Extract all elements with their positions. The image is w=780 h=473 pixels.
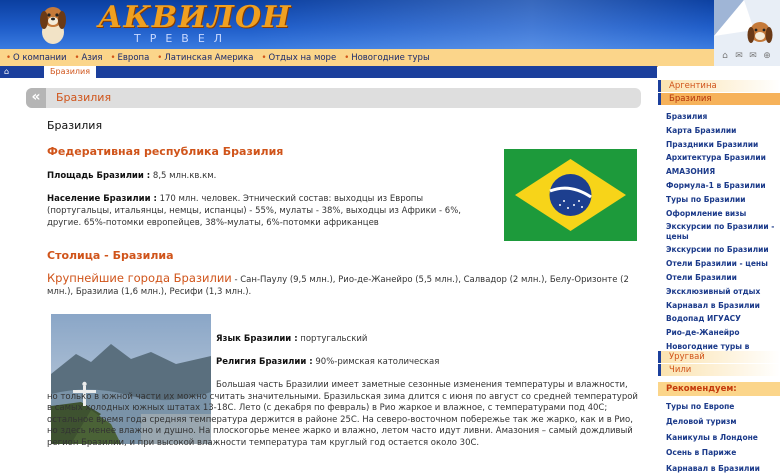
dog-mascot-icon	[40, 7, 66, 44]
site-logo-subtitle: ТРЕВЕЛ	[134, 32, 232, 45]
area-paragraph: Площадь Бразилии : 8,5 млн.кв.км.	[47, 170, 487, 182]
cities-label: Крупнейшие города Бразилии	[47, 271, 232, 285]
area-value: 8,5 млн.кв.км.	[152, 171, 217, 181]
page-title: Бразилия	[56, 91, 112, 104]
mail-icon[interactable]: ✉	[734, 51, 744, 61]
email-icon[interactable]: ✉	[748, 51, 758, 61]
right-sidebar: Аргентина Бразилия Бразилия Карта Бразил…	[658, 66, 780, 473]
brazil-flag-image	[504, 149, 637, 241]
sidebar-item-chile[interactable]: Чили	[658, 364, 780, 376]
recommend-link[interactable]: Туры по Европе	[666, 402, 778, 411]
content-heading: Бразилия	[47, 119, 103, 132]
sidebar-link[interactable]: Формула-1 в Бразилии	[666, 181, 778, 190]
sidebar-link[interactable]: Эксклюзивный отдых	[666, 287, 778, 296]
nav-item-europe[interactable]: Европа	[111, 53, 150, 63]
area-label: Площадь Бразилии :	[47, 171, 151, 181]
sidebar-link[interactable]: Карнавал в Бразилии	[666, 301, 778, 310]
recommend-heading: Рекомендуем:	[658, 382, 780, 396]
sidebar-item-argentina[interactable]: Аргентина	[658, 80, 780, 92]
nav-item-about[interactable]: О компании	[6, 53, 67, 63]
section-heading-capital: Столица - Бразилиа	[47, 249, 174, 262]
sidebar-link[interactable]: Экскурсии по Бразилии	[666, 245, 778, 254]
nav-item-asia[interactable]: Азия	[75, 53, 103, 63]
population-paragraph: Население Бразилии : 170 млн. человек. Э…	[47, 193, 487, 229]
sitemap-icon[interactable]: ⊕	[762, 51, 772, 61]
sidebar-link[interactable]: Отели Бразилии - цены	[666, 259, 778, 268]
recommend-links-list: Туры по Европе Деловой туризм Каникулы в…	[666, 402, 778, 473]
nav-item-latin-america[interactable]: Латинская Америка	[157, 53, 253, 63]
site-header: АКВИЛОН ТРЕВЕЛ	[0, 0, 780, 49]
religion-paragraph: Религия Бразилии : 90%-римская католичес…	[216, 356, 636, 368]
sidebar-link[interactable]: Туры по Бразилии	[666, 195, 778, 204]
language-paragraph: Язык Бразилии : португальский	[216, 333, 636, 345]
recommend-link[interactable]: Деловой туризм	[666, 417, 778, 426]
corner-icon-bar: ⌂ ✉ ✉ ⊕	[720, 51, 778, 63]
main-nav: О компании Азия Европа Латинская Америка…	[0, 49, 714, 67]
religion-value: 90%-римская католическая	[315, 357, 440, 367]
sidebar-link[interactable]: Водопад ИГУАСУ	[666, 314, 778, 323]
sidebar-link[interactable]: Отели Бразилии	[666, 273, 778, 282]
climate-paragraph: Большая часть Бразилии имеет заметные се…	[47, 380, 638, 448]
sidebar-link[interactable]: Оформление визы	[666, 209, 778, 218]
home-icon[interactable]: ⌂	[4, 67, 13, 76]
sidebar-link[interactable]: Экскурсии по Бразилии - цены	[666, 222, 778, 240]
sidebar-link[interactable]: Праздники Бразилии	[666, 140, 778, 149]
back-icon[interactable]: «	[26, 88, 46, 108]
nav-item-beach[interactable]: Отдых на море	[262, 53, 337, 63]
site-logo[interactable]: АКВИЛОН	[98, 2, 291, 34]
sidebar-link[interactable]: АМАЗОНИЯ	[666, 167, 778, 176]
language-value: португальский	[300, 334, 368, 344]
sidebar-link[interactable]: Карта Бразилии	[666, 126, 778, 135]
breadcrumb: ⌂	[0, 66, 657, 78]
home-icon[interactable]: ⌂	[720, 51, 730, 61]
religion-label: Религия Бразилии :	[216, 357, 313, 367]
brazil-links-list: Бразилия Карта Бразилии Праздники Бразил…	[666, 112, 778, 365]
breadcrumb-current: Бразилия	[44, 66, 97, 78]
section-heading-republic: Федеративная республика Бразилия	[47, 145, 284, 158]
sidebar-link[interactable]: Рио-де-Жанейро	[666, 328, 778, 337]
cities-paragraph: Крупнейшие города Бразилии - Сан-Паулу (…	[47, 272, 647, 298]
recommend-link[interactable]: Каникулы в Лондоне	[666, 433, 778, 442]
sidebar-link[interactable]: Архитектура Бразилии	[666, 153, 778, 162]
nav-item-new-year[interactable]: Новогодние туры	[344, 53, 429, 63]
language-label: Язык Бразилии :	[216, 334, 298, 344]
sidebar-item-uruguay[interactable]: Уругвай	[658, 351, 780, 363]
recommend-link[interactable]: Осень в Париже	[666, 448, 778, 457]
population-label: Население Бразилии :	[47, 194, 157, 204]
sidebar-item-brazil[interactable]: Бразилия	[658, 93, 780, 105]
recommend-link[interactable]: Карнавал в Бразилии	[666, 464, 778, 473]
page-title-bar: « Бразилия	[26, 88, 641, 108]
sidebar-link[interactable]: Бразилия	[666, 112, 778, 121]
